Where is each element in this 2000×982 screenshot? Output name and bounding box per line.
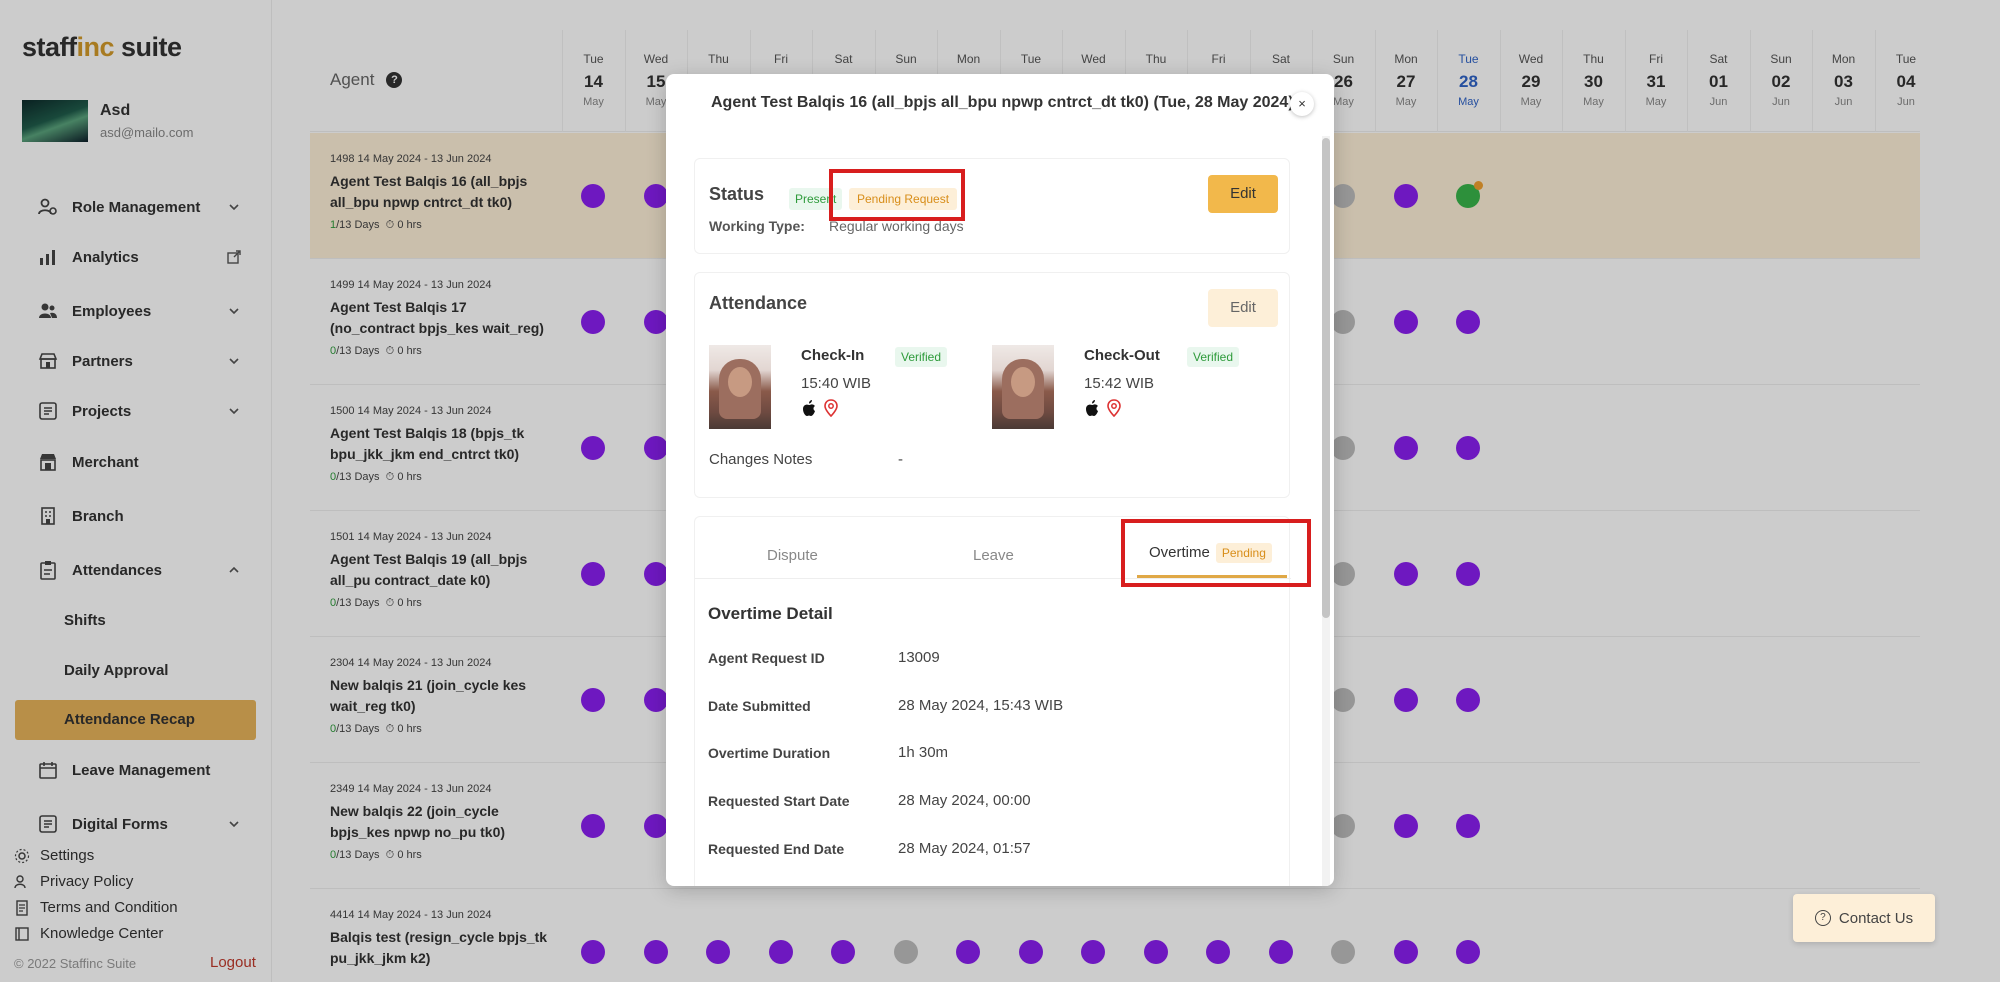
requested-start-date-value: 28 May 2024, 00:00 bbox=[898, 792, 1031, 809]
close-button[interactable]: × bbox=[1290, 92, 1314, 116]
requested-end-date-value: 28 May 2024, 01:57 bbox=[898, 840, 1031, 857]
requested-start-date-label: Requested Start Date bbox=[708, 793, 850, 809]
status-edit-button[interactable]: Edit bbox=[1208, 175, 1278, 213]
overtime-detail-title: Overtime Detail bbox=[708, 604, 833, 623]
highlight-box bbox=[1121, 519, 1311, 587]
check-out-verified-badge: Verified bbox=[1187, 347, 1240, 367]
changes-notes-value: - bbox=[898, 451, 903, 468]
agent-request-id-label: Agent Request ID bbox=[708, 650, 825, 666]
location-pin-icon[interactable] bbox=[823, 399, 839, 417]
check-out-time: 15:42 WIB bbox=[1084, 375, 1155, 392]
apple-icon bbox=[1086, 400, 1098, 416]
working-type-label: Working Type: bbox=[709, 218, 805, 234]
check-in-photo[interactable] bbox=[709, 345, 771, 429]
check-in-verified-badge: Verified bbox=[895, 347, 948, 367]
check-out-photo[interactable] bbox=[992, 345, 1054, 429]
modal-body[interactable]: Status Present Pending Request Working T… bbox=[666, 136, 1334, 886]
location-pin-icon[interactable] bbox=[1106, 399, 1122, 417]
tab-dispute[interactable]: Dispute bbox=[767, 547, 818, 564]
modal-scrollbar-thumb[interactable] bbox=[1322, 138, 1330, 618]
question-icon: ? bbox=[1814, 910, 1831, 926]
attendance-title: Attendance bbox=[709, 293, 808, 313]
date-submitted-label: Date Submitted bbox=[708, 698, 811, 714]
attendance-edit-button[interactable]: Edit bbox=[1208, 289, 1278, 327]
status-title: Status bbox=[709, 184, 765, 204]
tab-leave[interactable]: Leave bbox=[973, 547, 1014, 564]
working-type-value: Regular working days bbox=[829, 218, 964, 234]
agent-request-id-value: 13009 bbox=[898, 649, 940, 666]
contact-us-button[interactable]: ? Contact Us bbox=[1793, 894, 1935, 942]
modal-title: Agent Test Balqis 16 (all_bpjs all_bpu n… bbox=[711, 94, 1294, 111]
date-submitted-value: 28 May 2024, 15:43 WIB bbox=[898, 697, 1064, 714]
apple-icon bbox=[803, 400, 815, 416]
check-out-label: Check-Out bbox=[1084, 347, 1160, 364]
attendance-detail-modal: Agent Test Balqis 16 (all_bpjs all_bpu n… bbox=[666, 74, 1334, 886]
overtime-duration-value: 1h 30m bbox=[898, 744, 949, 761]
status-card: Status Present Pending Request Working T… bbox=[694, 158, 1290, 254]
requested-end-date-label: Requested End Date bbox=[708, 841, 845, 857]
check-in-label: Check-In bbox=[801, 347, 865, 364]
highlight-box bbox=[829, 169, 965, 221]
check-in-time: 15:40 WIB bbox=[801, 375, 872, 392]
overtime-duration-label: Overtime Duration bbox=[708, 745, 831, 761]
attendance-card: Attendance Edit Check-In Verified 15:40 … bbox=[694, 272, 1290, 498]
changes-notes-label: Changes Notes bbox=[709, 451, 813, 468]
